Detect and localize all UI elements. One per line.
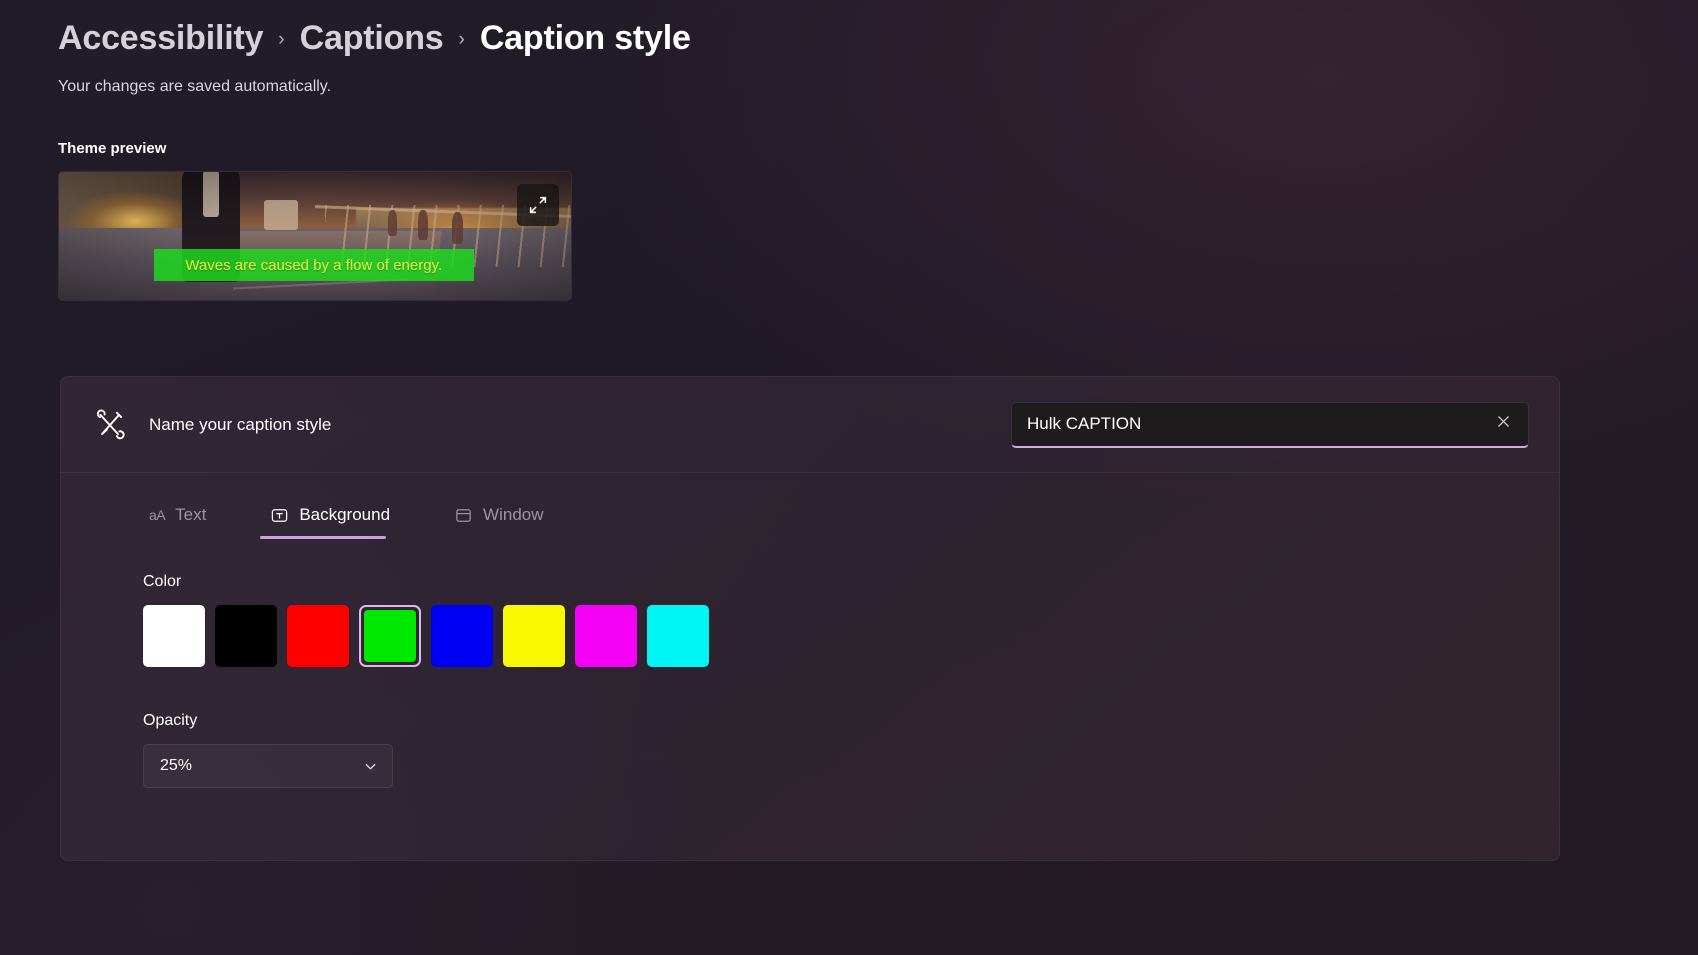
color-swatch-black[interactable] <box>215 605 277 667</box>
caption-style-name-field[interactable] <box>1011 401 1529 448</box>
opacity-dropdown[interactable]: 25% <box>143 744 393 788</box>
breadcrumb: Accessibility › Captions › Caption style <box>0 0 1698 62</box>
expand-preview-button[interactable] <box>517 184 559 226</box>
tab-background[interactable]: Background <box>258 505 404 539</box>
name-your-caption-style-label: Name your caption style <box>149 414 332 434</box>
theme-preview-section: Theme preview Waves are caused by a flow… <box>0 96 1698 301</box>
breadcrumb-item-captions[interactable]: Captions <box>300 19 444 58</box>
breadcrumb-item-caption-style: Caption style <box>479 18 691 57</box>
color-swatch-white[interactable] <box>143 605 205 667</box>
color-swatch-yellow[interactable] <box>503 605 565 667</box>
window-frame-icon <box>454 506 473 525</box>
aa-text-icon: aA <box>149 507 166 523</box>
color-swatch-red[interactable] <box>287 605 349 667</box>
preview-caption-text: Waves are caused by a flow of energy. <box>185 256 443 274</box>
color-swatch-magenta[interactable] <box>575 605 637 667</box>
color-swatch-row <box>61 591 1559 667</box>
color-label: Color <box>143 573 182 590</box>
caption-style-card-header: Name your caption style <box>61 377 1559 473</box>
caption-style-name-input[interactable] <box>1027 414 1486 434</box>
theme-preview-label: Theme preview <box>58 140 167 157</box>
caption-style-card: Name your caption style aA Text <box>60 376 1560 861</box>
chevron-down-icon <box>363 759 378 774</box>
text-in-box-icon <box>270 506 289 525</box>
breadcrumb-separator-1: › <box>278 29 285 50</box>
tab-window-label: Window <box>483 505 544 524</box>
breadcrumb-separator-2: › <box>458 29 465 50</box>
color-swatch-green[interactable] <box>359 605 421 667</box>
preview-caption-bar: Waves are caused by a flow of energy. <box>153 249 474 282</box>
opacity-value: 25% <box>160 757 193 774</box>
color-swatch-cyan[interactable] <box>647 605 709 667</box>
tab-background-label: Background <box>299 505 391 524</box>
color-swatch-blue[interactable] <box>431 605 493 667</box>
theme-preview-frame: Waves are caused by a flow of energy. <box>58 171 572 301</box>
expand-diagonal-icon <box>527 194 549 216</box>
style-tabs: aA Text Background Window <box>61 473 1559 539</box>
opacity-label: Opacity <box>143 712 198 729</box>
close-icon <box>1496 414 1511 434</box>
caption-style-brush-icon <box>87 408 133 442</box>
auto-save-notice: Your changes are saved automatically. <box>58 78 332 95</box>
tab-active-underline <box>260 536 387 539</box>
tab-text-label: Text <box>175 505 207 524</box>
tab-text[interactable]: aA Text <box>137 505 220 539</box>
clear-name-button[interactable] <box>1486 407 1520 441</box>
breadcrumb-item-accessibility[interactable]: Accessibility <box>58 19 263 58</box>
tab-window[interactable]: Window <box>442 505 557 539</box>
